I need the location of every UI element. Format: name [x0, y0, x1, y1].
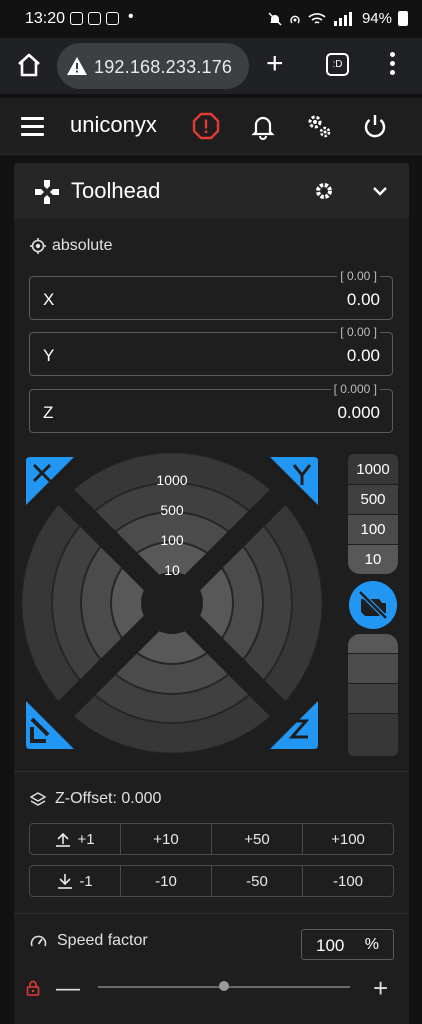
z-position-field[interactable]: [ 0.000 ] Z 0.000: [29, 382, 393, 433]
z-offset-down-100-button[interactable]: -100: [303, 866, 393, 896]
y-current-value: [ 0.00 ]: [337, 325, 380, 339]
y-position-input[interactable]: 0.00: [347, 346, 380, 366]
browser-toolbar: 192.168.233.176 + :D: [0, 38, 422, 94]
notifications-bell-icon[interactable]: [249, 112, 277, 140]
signal-icon: [333, 11, 352, 26]
address-bar[interactable]: 192.168.233.176: [57, 43, 249, 89]
z-offset-up-1-button[interactable]: +1: [30, 824, 121, 854]
z-offset-header: Z-Offset: 0.000: [30, 790, 161, 808]
speed-factor-label: Speed factor: [57, 932, 148, 949]
jog-step-label: 500: [160, 502, 184, 518]
z-offset-down-50-button[interactable]: -50: [212, 866, 303, 896]
home-icon[interactable]: [16, 52, 42, 78]
jog-step-label: 1000: [156, 472, 187, 488]
arrow-up-line-icon: [56, 832, 71, 847]
more-notifications-dot: •: [128, 8, 134, 25]
z-up-500-button[interactable]: 500: [348, 485, 398, 514]
z-up-1000-button[interactable]: 1000: [348, 454, 398, 484]
z-down-10-button[interactable]: [348, 634, 398, 653]
shield-notification-icon: [106, 12, 119, 25]
jog-center: [141, 572, 203, 634]
settings-gears-icon[interactable]: [305, 112, 333, 140]
warning-icon[interactable]: [66, 56, 88, 76]
z-offset-label: Z-Offset: 0.000: [55, 790, 162, 807]
speed-factor-input[interactable]: 100 %: [301, 929, 394, 960]
y-axis-label: Y: [43, 346, 55, 365]
increase-speed-button[interactable]: +: [373, 973, 388, 1004]
gallery-notification-icon: [70, 12, 83, 25]
battery-percent: 94%: [361, 10, 392, 27]
instagram-notification-icon: [88, 12, 101, 25]
app-title: uniconyx: [70, 112, 157, 137]
panel-header: Toolhead: [14, 163, 409, 219]
power-icon[interactable]: [361, 112, 389, 140]
z-current-value: [ 0.000 ]: [330, 382, 380, 396]
z-offset-down-1-label: -1: [79, 872, 93, 890]
hotspot-icon: [290, 15, 300, 23]
z-down-500-button[interactable]: [348, 684, 398, 713]
z-down-1000-button[interactable]: [348, 714, 398, 756]
xy-jog-control[interactable]: 1000 500 100 10: [20, 451, 324, 755]
z-down-100-button[interactable]: [348, 654, 398, 683]
z-offset-down-1-button[interactable]: -1: [30, 866, 121, 896]
x-position-field[interactable]: [ 0.00 ] X 0.00: [29, 269, 393, 320]
z-offset-down-row: -1 -10 -50 -100: [29, 865, 394, 897]
disable-motors-button[interactable]: [348, 580, 398, 630]
speed-factor-unit: %: [364, 936, 379, 953]
system-icons: 94%: [268, 10, 408, 27]
z-offset-up-row: +1 +10 +50 +100: [29, 823, 394, 855]
x-position-input[interactable]: 0.00: [347, 290, 380, 310]
notification-icons: [70, 12, 119, 25]
toolhead-panel: Toolhead absolute [ 0.00 ] X 0.00 [ 0.00…: [14, 163, 409, 1024]
panel-title: Toolhead: [71, 178, 161, 203]
z-offset-up-1-label: +1: [77, 830, 95, 848]
arrow-down-line-icon: [58, 874, 73, 889]
app-bar: uniconyx: [0, 98, 422, 155]
speedometer-icon: [30, 935, 47, 946]
wifi-icon: [308, 12, 326, 24]
new-tab-button[interactable]: +: [266, 49, 284, 79]
z-up-100-button[interactable]: 100: [348, 515, 398, 544]
speed-factor-slider-row: — +: [14, 973, 409, 1003]
position-mode-label: absolute: [52, 237, 113, 254]
divider: [14, 913, 409, 914]
z-offset-down-10-button[interactable]: -10: [121, 866, 212, 896]
speed-factor-slider-thumb[interactable]: [219, 981, 229, 991]
z-offset-up-50-button[interactable]: +50: [212, 824, 303, 854]
y-position-field[interactable]: [ 0.00 ] Y 0.00: [29, 325, 393, 376]
z-offset-up-100-button[interactable]: +100: [303, 824, 393, 854]
emergency-stop-icon[interactable]: [192, 112, 220, 140]
tab-switcher-button[interactable]: :D: [326, 53, 349, 76]
hamburger-menu-icon[interactable]: [21, 117, 44, 141]
z-position-input[interactable]: 0.000: [337, 403, 380, 423]
chevron-down-icon[interactable]: [370, 181, 390, 201]
speed-factor-value[interactable]: 100: [316, 936, 344, 956]
toolhead-settings-icon[interactable]: [314, 181, 334, 201]
jog-step-label: 100: [160, 532, 184, 548]
divider: [14, 771, 409, 772]
position-mode: absolute: [30, 237, 113, 255]
url-text[interactable]: 192.168.233.176: [94, 57, 232, 78]
status-time: 13:20: [25, 10, 66, 27]
z-offset-up-10-button[interactable]: +10: [121, 824, 212, 854]
lock-icon[interactable]: [26, 980, 40, 996]
browser-menu-icon[interactable]: [390, 52, 396, 79]
x-axis-label: X: [43, 290, 55, 309]
layers-icon: [30, 792, 46, 806]
z-jog-control: 1000 500 100 10: [348, 454, 398, 756]
speed-factor-header: Speed factor: [30, 932, 148, 950]
mute-icon: [268, 11, 282, 26]
z-axis-label: Z: [43, 403, 54, 422]
jog-step-label: 10: [164, 562, 180, 578]
gamepad-icon: [35, 180, 59, 204]
crosshair-icon: [30, 238, 46, 254]
status-bar: 13:20 • 94%: [0, 0, 422, 38]
decrease-speed-button[interactable]: —: [56, 975, 80, 1003]
z-up-10-button[interactable]: 10: [348, 545, 398, 574]
battery-icon: [398, 11, 408, 26]
x-current-value: [ 0.00 ]: [337, 269, 380, 283]
